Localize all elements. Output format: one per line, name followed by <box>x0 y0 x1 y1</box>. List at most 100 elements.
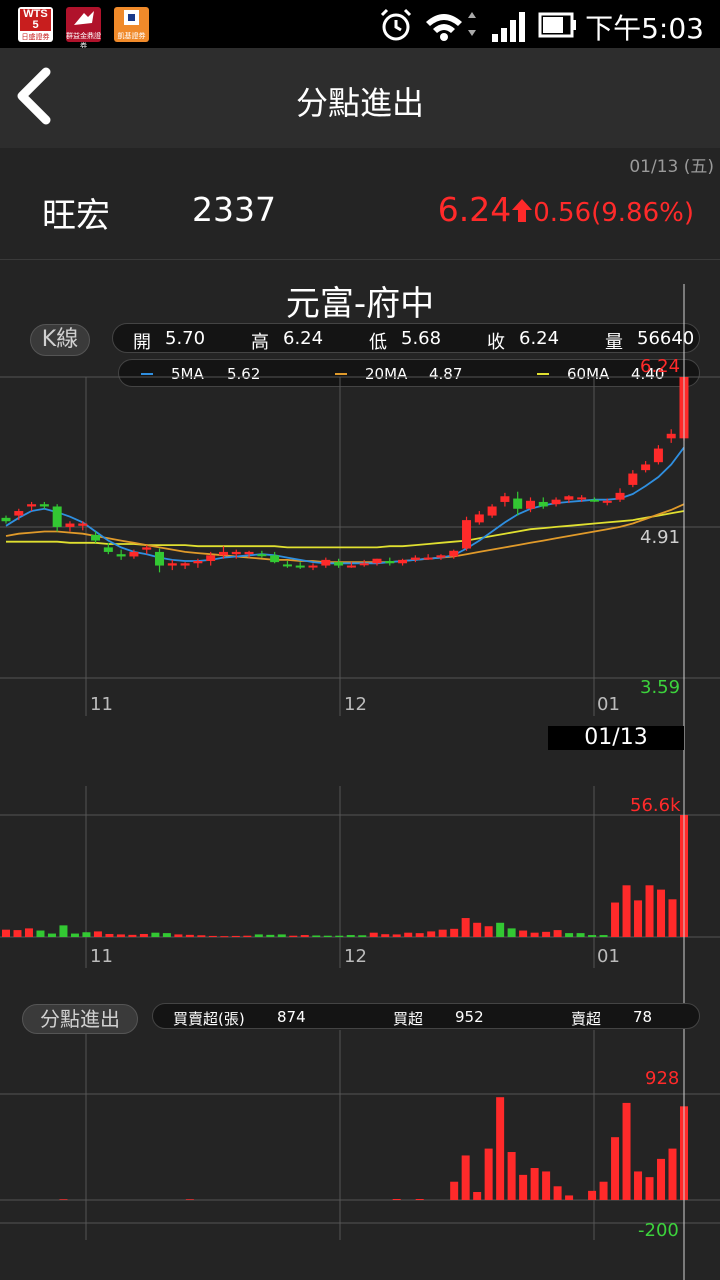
vol-month-label-jan: 01 <box>597 946 620 967</box>
volume-bar <box>36 930 45 937</box>
candle-body <box>564 496 574 500</box>
netbuy-button-label: 分點進出 <box>40 1007 120 1031</box>
volume-bar <box>450 928 459 937</box>
close-value: 6.24 <box>519 328 560 349</box>
volume-bar <box>496 922 505 937</box>
netbuy-bar <box>530 1168 539 1200</box>
ma20-value: 4.87 <box>429 365 463 383</box>
candle-body <box>167 563 177 566</box>
volume-bar <box>151 932 160 937</box>
volume-bar <box>162 933 171 937</box>
candle-body <box>449 550 459 557</box>
kline-button[interactable]: K線 <box>30 324 90 356</box>
netbuy-bar <box>507 1152 516 1200</box>
volume-axis-top: 56.6k <box>630 795 681 816</box>
candle-body <box>577 497 587 500</box>
netbuy-grid <box>0 1030 720 1240</box>
stock-name: 旺宏 <box>42 196 110 236</box>
volume-bar <box>174 934 183 937</box>
kgi-label: 凱基證券 <box>117 32 146 40</box>
candle-body <box>628 473 638 485</box>
volume-bar <box>369 932 378 937</box>
month-label-jan: 01 <box>597 694 620 715</box>
netbuy-axis-top: 928 <box>645 1068 680 1089</box>
volume-bar <box>392 934 401 937</box>
price-axis-mid: 4.91 <box>640 527 681 548</box>
price-block: 6.24 0.56(9.86%) <box>438 190 694 229</box>
netbuy-bar <box>588 1190 597 1200</box>
volume-bar <box>243 935 252 937</box>
price-axis-top: 6.24 <box>640 356 681 377</box>
arrow-up-icon <box>512 199 533 222</box>
low-value: 5.68 <box>401 328 442 349</box>
netbuy-bar <box>461 1155 470 1200</box>
ma5-label: 5MA <box>171 365 204 383</box>
netbuy-bar <box>680 1106 688 1200</box>
netbuy-bar <box>622 1102 631 1200</box>
volume-bar <box>415 933 424 937</box>
volume-bar <box>346 935 355 937</box>
alarm-icon <box>380 8 412 41</box>
ma5-value: 5.62 <box>227 365 261 383</box>
candle-body <box>270 555 280 563</box>
volume-bar <box>634 900 643 937</box>
volume-bar <box>266 934 275 937</box>
volume-bar <box>197 935 206 937</box>
volume-bar <box>657 889 666 937</box>
volume-bar <box>312 935 321 937</box>
volume-bar <box>588 935 597 937</box>
candle-body <box>142 547 152 550</box>
candle-body <box>436 555 446 558</box>
kgi-logo-icon <box>124 10 139 25</box>
volume-bar <box>484 926 493 937</box>
candle-body <box>589 499 599 502</box>
candle-body <box>39 504 49 507</box>
volume-bar <box>438 929 447 937</box>
volume-bar <box>542 931 551 937</box>
candle-body <box>513 498 523 509</box>
candle-body <box>129 551 139 557</box>
netbuy-button[interactable]: 分點進出 <box>22 1004 138 1034</box>
price-axis-bottom: 3.59 <box>640 677 681 698</box>
volume-bar <box>599 935 608 937</box>
price-change: 0.56(9.86%) <box>533 198 694 228</box>
candle-body <box>538 501 548 507</box>
volume-bar <box>358 935 367 937</box>
capital-logo-icon <box>74 11 94 25</box>
netbuy-bar <box>392 1199 401 1200</box>
netbuy-bar <box>542 1171 551 1200</box>
close-label: 收 <box>487 332 505 353</box>
volume-bar <box>668 899 677 937</box>
candle-body <box>308 565 318 568</box>
candle-body <box>398 559 408 564</box>
ma-lines <box>5 446 685 565</box>
candle-body <box>462 520 472 549</box>
netbuy-bar <box>553 1186 562 1200</box>
status-icons <box>380 8 576 42</box>
buy-over-label: 買超 <box>393 1010 424 1028</box>
broker-title: 元富-府中 <box>285 284 435 324</box>
volume-bar <box>300 935 309 937</box>
wts5-logo-icon: WTS 5 <box>20 9 51 31</box>
ma5-swatch <box>141 373 153 375</box>
high-value: 6.24 <box>283 328 324 349</box>
netbuy-bar <box>668 1148 677 1200</box>
candle-body <box>346 565 356 568</box>
netbuy-bar <box>599 1181 608 1200</box>
volume-bar <box>82 932 91 937</box>
volume-bar <box>59 925 68 937</box>
price-grid <box>0 376 720 716</box>
volume-bar <box>116 934 125 937</box>
candle-body <box>474 514 484 523</box>
app-icon-wts5: WTS 5 日盛證券 <box>18 7 53 42</box>
netbuy-bar <box>185 1199 194 1200</box>
ma20-line <box>5 503 685 563</box>
candle-body <box>334 562 344 566</box>
volume-bar <box>277 934 286 937</box>
buy-over-value: 952 <box>455 1008 484 1026</box>
netbuy-bar <box>657 1158 666 1200</box>
netbuy-bar <box>415 1199 424 1200</box>
stock-info-row: 01/13 (五) 旺宏 2337 6.24 0.56(9.86%) <box>0 148 720 260</box>
candle-body <box>206 555 216 562</box>
volume-bar <box>208 935 217 937</box>
